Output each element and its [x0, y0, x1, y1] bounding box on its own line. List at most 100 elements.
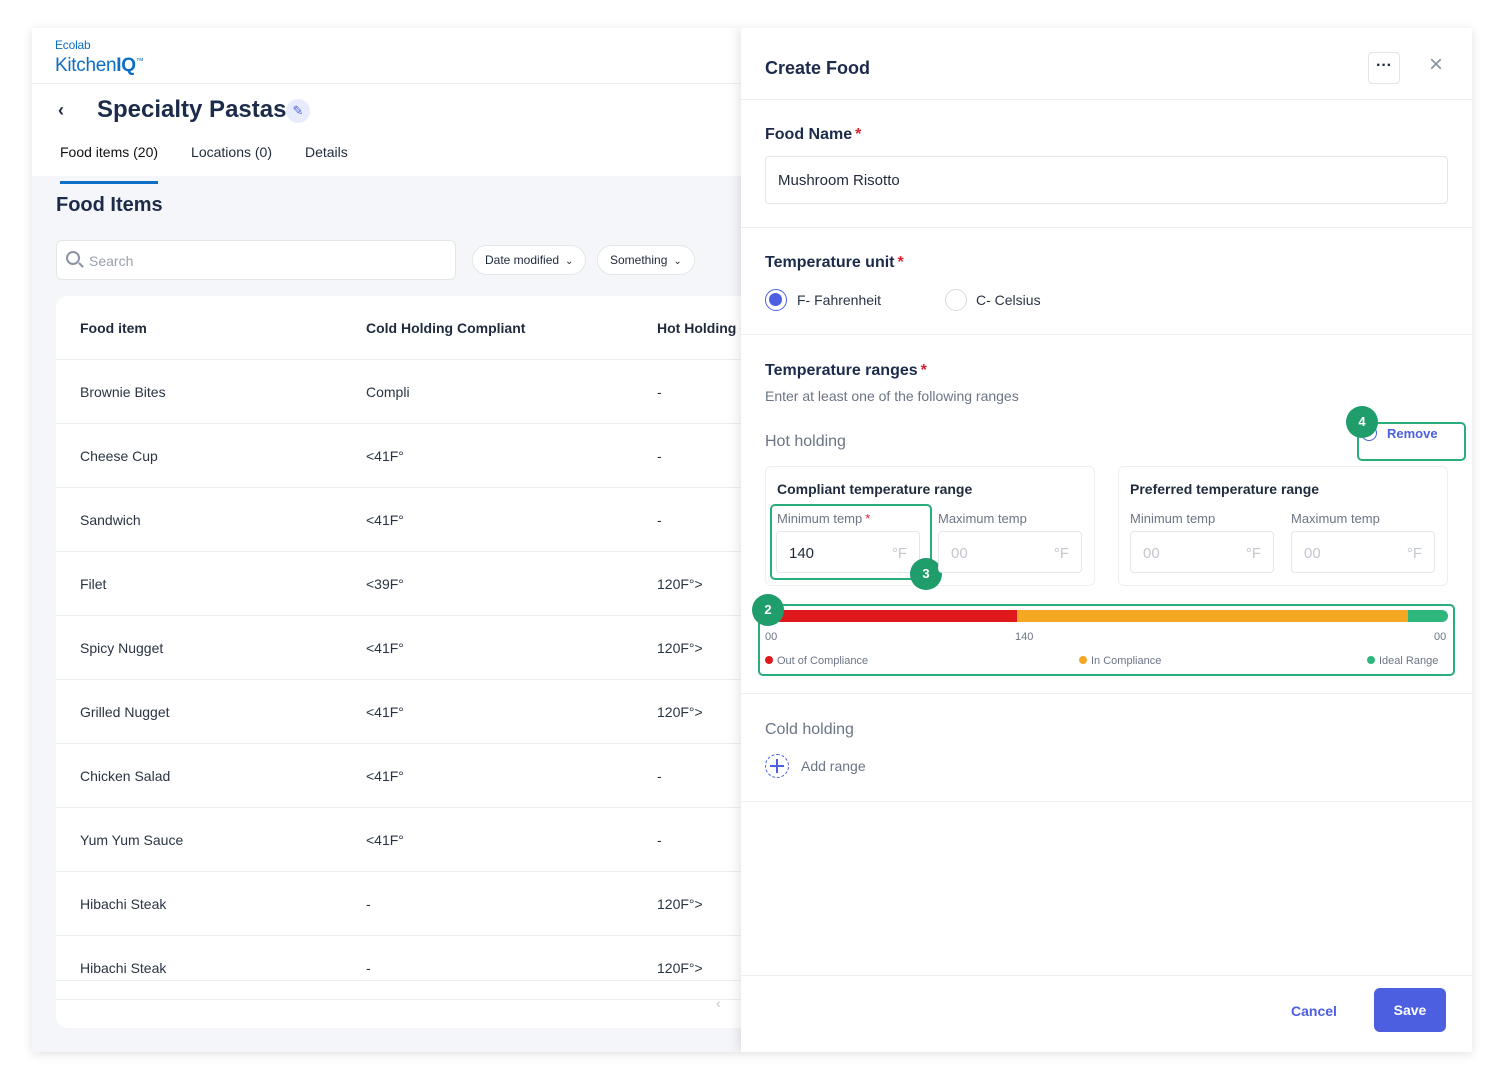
table-cell: <39F°: [366, 576, 404, 592]
table-row[interactable]: Grilled Nugget <41F° 120F°>: [56, 680, 776, 744]
drawer-header: Create Food ··· ×: [741, 28, 1472, 100]
compliant-range-title: Compliant temperature range: [777, 481, 973, 497]
table-cell: Sandwich: [80, 512, 141, 528]
annotation-badge: 2: [752, 594, 784, 626]
tab-bar: Food items (20) Locations (0) Details: [60, 144, 381, 184]
bar-segment: [1016, 610, 1408, 622]
compliant-max-placeholder: 00: [951, 545, 968, 562]
table-cell: Brownie Bites: [80, 384, 166, 400]
table-row[interactable]: Chicken Salad <41F° -: [56, 744, 776, 808]
kitcheniq-logo[interactable]: Ecolab KitchenIQ™: [55, 38, 144, 77]
tab-details[interactable]: Details: [305, 144, 348, 184]
hot-holding-label: Hot holding: [765, 433, 846, 450]
dropdown-label: Date modified: [485, 253, 560, 267]
edit-pencil-icon[interactable]: ✎: [286, 99, 310, 123]
annotation-highlight: [770, 504, 932, 580]
add-range-plus-icon[interactable]: [765, 754, 789, 778]
table-cell: -: [657, 512, 662, 528]
table-cell: <41F°: [366, 768, 404, 784]
section-title: Food Items: [56, 194, 163, 216]
compliant-max-input[interactable]: 00 °F: [938, 531, 1082, 573]
label-text: Food Name: [765, 126, 853, 143]
table-cell: Filet: [80, 576, 107, 592]
temperature-ranges-label: Temperature ranges *: [765, 362, 927, 379]
legend-label: In Compliance: [1091, 655, 1162, 667]
table-cell: -: [657, 384, 662, 400]
table-cell: 120F°>: [657, 704, 703, 720]
tab-food-items[interactable]: Food items (20): [60, 144, 159, 184]
label-text: Temperature unit: [765, 254, 895, 271]
legend-in-compliance: In Compliance: [1079, 655, 1161, 667]
table-cell: Cheese Cup: [80, 448, 158, 464]
column-header[interactable]: Hot Holding C: [657, 320, 750, 336]
preferred-max-input[interactable]: 00 °F: [1291, 531, 1435, 573]
preferred-min-label: Minimum temp: [1130, 511, 1216, 526]
fahrenheit-radio[interactable]: [765, 289, 787, 311]
logo-product: KitchenIQ™: [55, 55, 144, 77]
legend-dot-green: [1367, 656, 1375, 664]
unit-label: °F: [1245, 545, 1261, 562]
something-dropdown[interactable]: Something ⌄: [597, 245, 695, 275]
table-row[interactable]: Spicy Nugget <41F° 120F°>: [56, 616, 776, 680]
close-icon[interactable]: ×: [1425, 53, 1447, 77]
page-title: Specialty Pastas: [97, 96, 287, 123]
table-row[interactable]: Filet <39F° 120F°>: [56, 552, 776, 616]
legend-label: Out of Compliance: [777, 655, 869, 667]
logo-product-suffix: IQ: [116, 55, 136, 77]
legend-out-of-compliance: Out of Compliance: [765, 655, 868, 667]
search-input[interactable]: Search: [56, 240, 456, 280]
table-cell: Hibachi Steak: [80, 960, 167, 976]
bar-segment: [774, 610, 1017, 622]
bar-tick-max: 00: [1434, 631, 1447, 643]
bar-tick-compliant: 140: [1015, 631, 1034, 643]
remove-label: Remove: [1387, 426, 1438, 441]
table-cell: Spicy Nugget: [80, 640, 164, 656]
chevron-down-icon: ⌄: [565, 256, 574, 267]
cancel-button[interactable]: Cancel: [1291, 1003, 1337, 1019]
table-cell: <41F°: [366, 832, 404, 848]
bar-tick-min: 00: [765, 631, 778, 643]
table-cell: <41F°: [366, 704, 404, 720]
compliant-max-label: Maximum temp: [938, 511, 1027, 526]
search-icon: [66, 251, 80, 265]
table-row[interactable]: Hibachi Steak - 120F°>: [56, 872, 776, 936]
temperature-ranges-hint: Enter at least one of the following rang…: [765, 388, 1019, 404]
temperature-range-bar: [774, 610, 1448, 622]
table-row[interactable]: Cheese Cup <41F° -: [56, 424, 776, 488]
food-name-label: Food Name *: [765, 126, 862, 143]
table-row[interactable]: Brownie Bites Compli -: [56, 360, 776, 424]
date-modified-dropdown[interactable]: Date modified ⌄: [472, 245, 587, 275]
logo-brand: Ecolab: [55, 38, 91, 52]
preferred-max-placeholder: 00: [1304, 545, 1321, 562]
chevron-down-icon: ⌄: [673, 256, 682, 267]
table-cell: Grilled Nugget: [80, 704, 170, 720]
table-cell: -: [366, 896, 371, 912]
celsius-label: C- Celsius: [976, 292, 1041, 308]
table-row[interactable]: Yum Yum Sauce <41F° -: [56, 808, 776, 872]
add-range-button[interactable]: Add range: [801, 758, 866, 774]
unit-label: °F: [1406, 545, 1422, 562]
table-cell: Chicken Salad: [80, 768, 171, 784]
column-header[interactable]: Cold Holding Compliant: [366, 320, 525, 336]
legend-label: Ideal Range: [1379, 655, 1439, 667]
logo-product-prefix: Kitchen: [55, 55, 117, 77]
column-header[interactable]: Food item: [80, 320, 147, 336]
table-cell: -: [366, 960, 371, 976]
chevron-left-icon[interactable]: ‹: [716, 995, 721, 1011]
page-header: ‹ Specialty Pastas ✎ Food items (20) Loc…: [32, 84, 742, 184]
preferred-min-input[interactable]: 00 °F: [1130, 531, 1274, 573]
legend-dot-red: [765, 656, 773, 664]
more-options-button[interactable]: ···: [1368, 52, 1400, 84]
pagination: ‹: [56, 980, 776, 1028]
create-food-drawer: Create Food ··· × Food Name * Mushroom Ri…: [741, 28, 1472, 1052]
table-header: Food item Cold Holding Compliant Hot Hol…: [56, 296, 776, 360]
food-name-input[interactable]: Mushroom Risotto: [765, 156, 1448, 204]
table-cell: 120F°>: [657, 640, 703, 656]
annotation-badge: 4: [1346, 406, 1378, 438]
celsius-radio[interactable]: [945, 289, 967, 311]
tab-locations[interactable]: Locations (0): [191, 144, 272, 184]
save-button[interactable]: Save: [1374, 988, 1446, 1032]
back-arrow-icon[interactable]: ‹: [58, 100, 78, 120]
table-row[interactable]: Sandwich <41F° -: [56, 488, 776, 552]
fahrenheit-label: F- Fahrenheit: [797, 292, 882, 308]
